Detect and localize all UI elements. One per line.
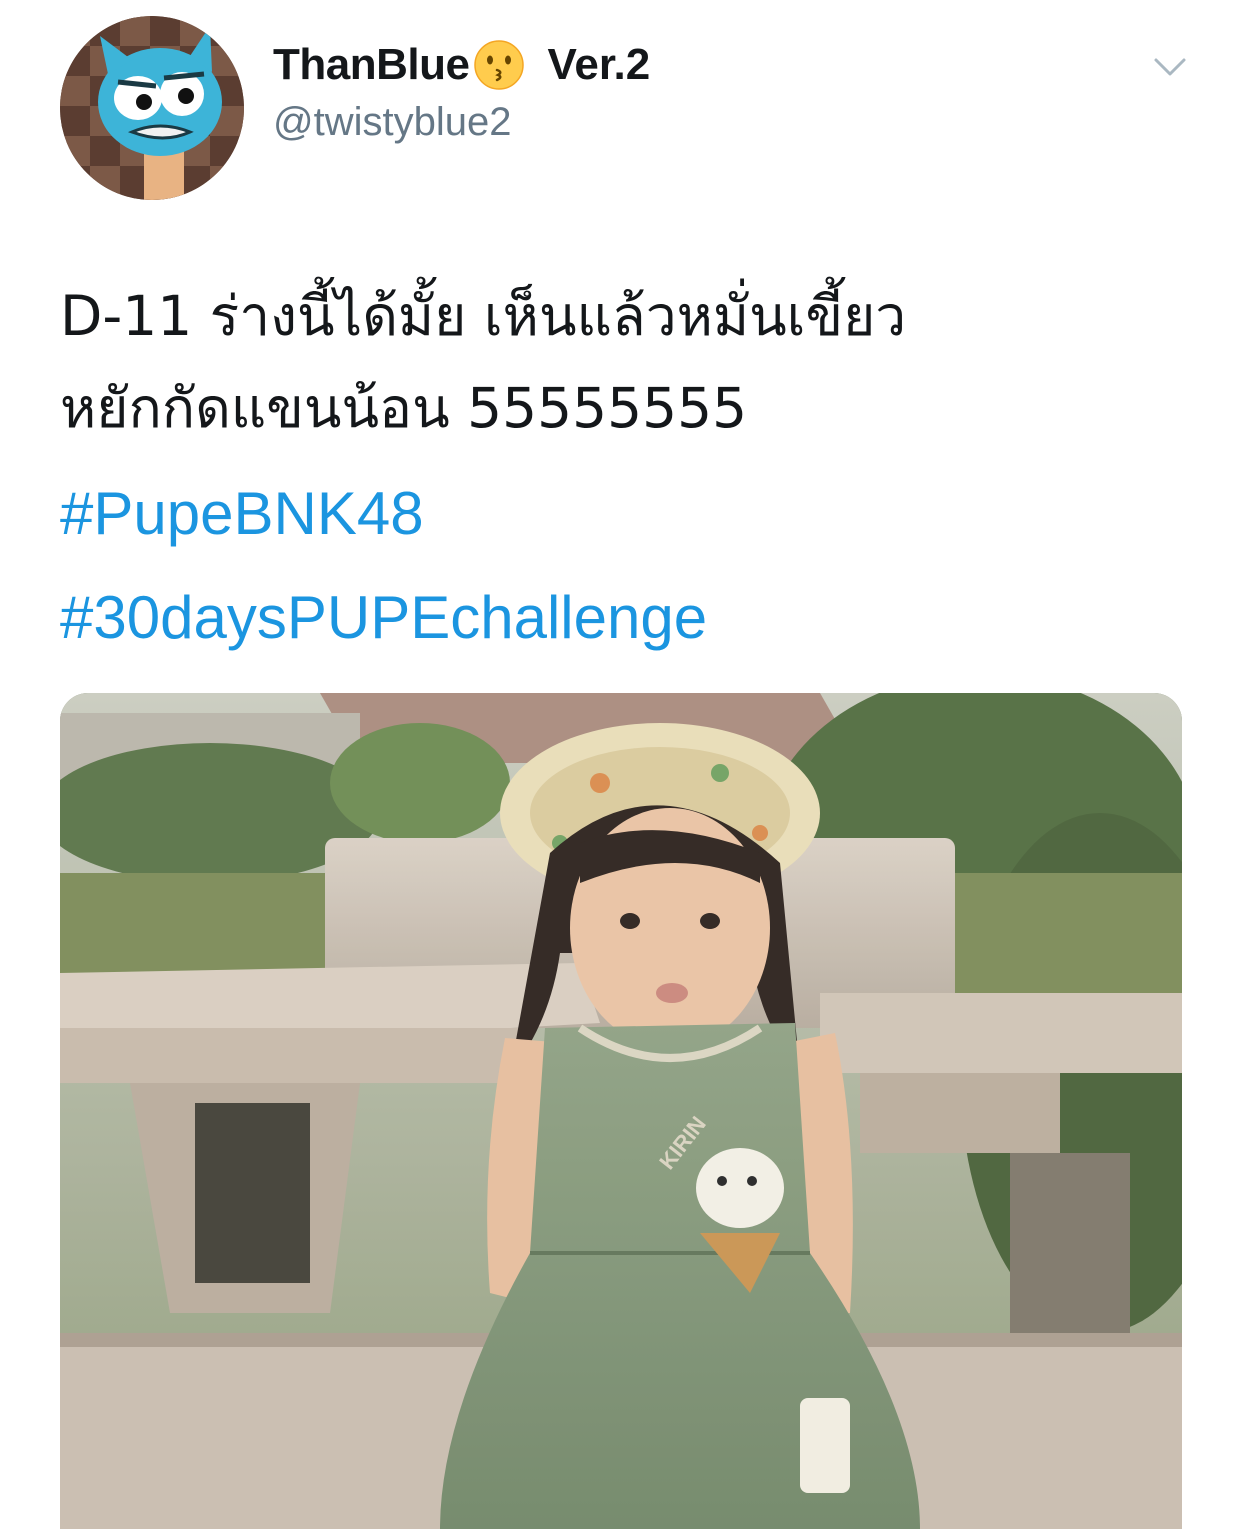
user-handle[interactable]: @twistyblue2 xyxy=(273,100,511,145)
chevron-down-icon[interactable] xyxy=(1150,50,1190,86)
hashtag-link[interactable]: #30daysPUPEchallenge xyxy=(60,566,707,670)
tweet-text-line-1: D-11 ร่างนี้ได้มั้ย เห็นแล้วหมั่นเขี้ยว xyxy=(60,284,907,348)
tweet-text: D-11 ร่างนี้ได้มั้ย เห็นแล้วหมั่นเขี้ยว … xyxy=(60,270,1190,454)
user-avatar[interactable] xyxy=(60,16,244,200)
tweet-card[interactable]: ThanBlue Ver.2 @twistyblue2 D-11 ร่างนี้… xyxy=(0,0,1242,1529)
hashtag-list: #PupeBNK48 #30daysPUPEchallenge xyxy=(60,462,707,670)
tweet-photo[interactable]: KIRIN xyxy=(60,693,1182,1529)
kissing-face-emoji-icon xyxy=(473,39,525,91)
hashtag-link[interactable]: #PupeBNK48 xyxy=(60,462,707,566)
name-row: ThanBlue Ver.2 xyxy=(273,36,650,94)
display-name[interactable]: ThanBlue xyxy=(273,40,470,90)
display-name-suffix: Ver.2 xyxy=(547,40,651,89)
tweet-text-line-2: หยักกัดแขนน้อน 55555555 xyxy=(60,376,748,440)
